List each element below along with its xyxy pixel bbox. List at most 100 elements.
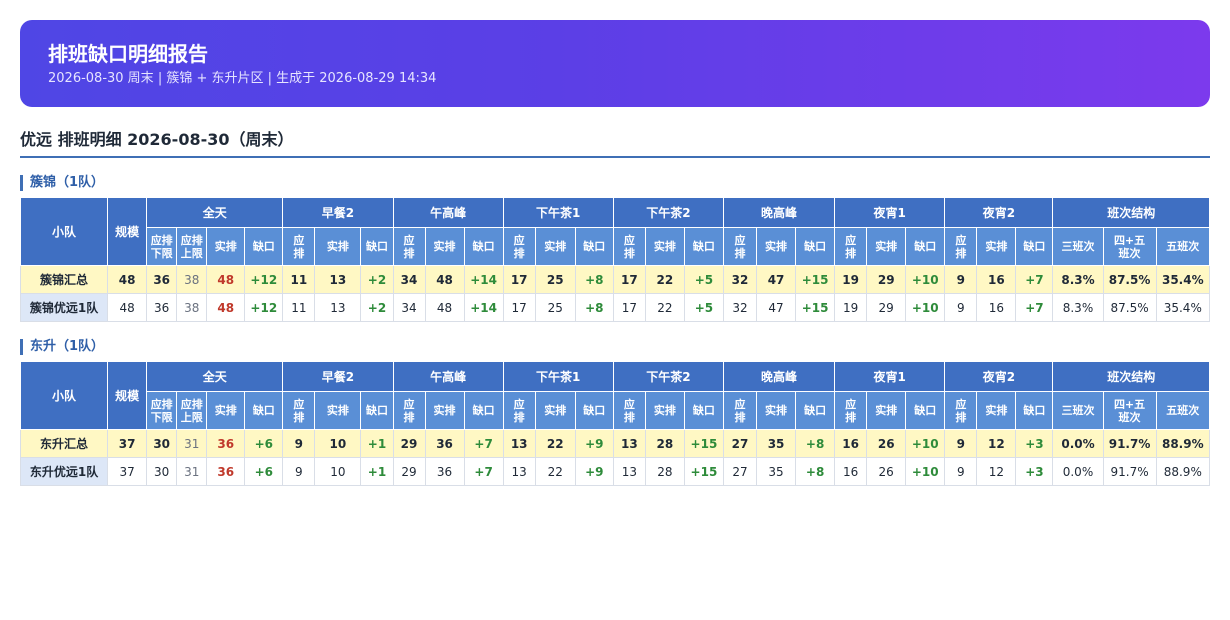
period-actual: 48 bbox=[424, 293, 465, 322]
team-name: 东升汇总 bbox=[19, 429, 109, 458]
period-gap: +10 bbox=[905, 429, 946, 458]
period-required: 32 bbox=[722, 293, 758, 322]
period-gap: +5 bbox=[683, 293, 724, 322]
table-row: 东升优远1队 37 30 31 36 +6 9 10 +1 29 36 +7 13 22 +9 13 28 +15… bbox=[19, 457, 1211, 486]
header-sub: 实排 bbox=[866, 391, 907, 430]
period-required: 13 bbox=[612, 429, 646, 458]
header-sub: 三班次 bbox=[1052, 391, 1104, 430]
allday-upper: 38 bbox=[176, 293, 208, 322]
header-sub: 缺口 bbox=[244, 227, 284, 266]
allday-lower: 30 bbox=[146, 457, 178, 486]
schedule-table: 小队 规模 全天 早餐2 午高峰 下午茶1 下午茶2 晚高峰 夜宵1 夜宵2 班次结构 应排 下限 应排上… bbox=[19, 197, 1211, 322]
report-banner: 排班缺口明细报告 2026-08-30 周末 | 簇锦 + 东升片区 | 生成于… bbox=[20, 20, 1210, 107]
header-sub: 应排 bbox=[502, 391, 536, 430]
period-required: 9 bbox=[944, 265, 978, 294]
header-sub: 实排 bbox=[976, 391, 1017, 430]
header-sub: 应排 bbox=[722, 391, 758, 430]
period-gap: +9 bbox=[574, 429, 614, 458]
period-required: 9 bbox=[282, 429, 316, 458]
header-sub: 四+五 班次 bbox=[1102, 391, 1157, 430]
period-actual: 12 bbox=[976, 429, 1017, 458]
header-sub: 应排 上限 bbox=[176, 227, 208, 266]
summary-row: 东升汇总 37 30 31 36 +6 9 10 +1 29 36 +7 13 22 +9 13 28 +15 27… bbox=[19, 429, 1211, 458]
period-required: 32 bbox=[722, 265, 758, 294]
period-actual: 22 bbox=[644, 293, 685, 322]
section-title: 优远 排班明细 2026-08-30（周末） bbox=[20, 129, 1210, 158]
header-group: 午高峰 bbox=[392, 361, 504, 392]
period-actual: 29 bbox=[866, 265, 907, 294]
struct-value: 87.5% bbox=[1102, 293, 1157, 322]
header-sub: 缺口 bbox=[1015, 227, 1054, 266]
group-list: 簇锦（1队） 小队 规模 全天 早餐2 午高峰 下午茶1 下午茶2 晚高峰 夜宵1 夜宵2 班次结构应… bbox=[19, 175, 1211, 486]
period-required: 17 bbox=[612, 265, 646, 294]
header-group: 晚高峰 bbox=[722, 197, 836, 228]
allday-lower: 36 bbox=[146, 265, 178, 294]
header-sub: 五班次 bbox=[1155, 227, 1211, 266]
header-sub: 缺口 bbox=[463, 227, 504, 266]
struct-value: 91.7% bbox=[1102, 429, 1157, 458]
header-sub: 缺口 bbox=[683, 227, 724, 266]
header-sub: 应排 bbox=[834, 227, 868, 266]
allday-upper: 31 bbox=[176, 457, 208, 486]
header-sub: 实排 bbox=[644, 391, 685, 430]
period-gap: +15 bbox=[683, 429, 724, 458]
period-gap: +9 bbox=[574, 457, 614, 486]
table-row: 簇锦优远1队 48 36 38 48 +12 11 13 +2 34 48 +14 17 25 +8 17 22… bbox=[19, 293, 1211, 322]
header-group: 夜宵2 bbox=[944, 361, 1054, 392]
period-actual: 26 bbox=[866, 429, 907, 458]
struct-value: 8.3% bbox=[1052, 265, 1104, 294]
header-sub: 实排 bbox=[424, 391, 465, 430]
header-sub: 缺口 bbox=[1015, 391, 1054, 430]
period-required: 16 bbox=[834, 457, 868, 486]
header-group: 早餐2 bbox=[282, 361, 394, 392]
period-actual: 48 bbox=[424, 265, 465, 294]
period-required: 17 bbox=[502, 265, 536, 294]
header-group: 下午茶1 bbox=[502, 361, 614, 392]
period-gap: +10 bbox=[905, 293, 946, 322]
period-gap: +1 bbox=[360, 457, 394, 486]
header-sub: 缺口 bbox=[683, 391, 724, 430]
header-sub: 应排 bbox=[722, 227, 758, 266]
header-sub: 实排 bbox=[314, 227, 362, 266]
header-sub: 应排 bbox=[502, 227, 536, 266]
period-gap: +10 bbox=[905, 265, 946, 294]
period-actual: 13 bbox=[314, 265, 362, 294]
header-group: 下午茶2 bbox=[612, 361, 724, 392]
header-scale: 规模 bbox=[107, 361, 148, 430]
period-required: 13 bbox=[502, 457, 536, 486]
header-team: 小队 bbox=[19, 361, 109, 430]
header-team: 小队 bbox=[19, 197, 109, 266]
period-required: 27 bbox=[722, 429, 758, 458]
allday-gap: +6 bbox=[244, 429, 284, 458]
struct-value: 0.0% bbox=[1052, 429, 1104, 458]
allday-actual: 36 bbox=[206, 429, 246, 458]
header-sub: 缺口 bbox=[360, 227, 394, 266]
period-gap: +3 bbox=[1015, 429, 1054, 458]
header-scale: 规模 bbox=[107, 197, 148, 266]
summary-row: 簇锦汇总 48 36 38 48 +12 11 13 +2 34 48 +14 17 25 +8 17 22 +5… bbox=[19, 265, 1211, 294]
period-gap: +2 bbox=[360, 293, 394, 322]
struct-value: 88.9% bbox=[1155, 429, 1211, 458]
period-actual: 47 bbox=[756, 293, 797, 322]
header-group: 班次结构 bbox=[1052, 361, 1210, 392]
allday-actual: 36 bbox=[206, 457, 246, 486]
header-sub: 三班次 bbox=[1052, 227, 1104, 266]
allday-lower: 36 bbox=[146, 293, 178, 322]
header-sub: 应排 bbox=[392, 391, 426, 430]
period-actual: 28 bbox=[644, 457, 685, 486]
period-gap: +14 bbox=[463, 293, 504, 322]
period-required: 13 bbox=[502, 429, 536, 458]
period-gap: +7 bbox=[1015, 293, 1054, 322]
period-actual: 16 bbox=[976, 293, 1017, 322]
header-sub: 实排 bbox=[866, 227, 907, 266]
header-sub: 缺口 bbox=[574, 391, 614, 430]
header-sub: 实排 bbox=[976, 227, 1017, 266]
period-gap: +1 bbox=[360, 429, 394, 458]
period-required: 9 bbox=[944, 457, 978, 486]
period-actual: 36 bbox=[424, 457, 465, 486]
period-gap: +8 bbox=[795, 457, 836, 486]
period-required: 11 bbox=[282, 265, 316, 294]
period-gap: +15 bbox=[795, 265, 836, 294]
period-actual: 13 bbox=[314, 293, 362, 322]
header-sub: 缺口 bbox=[905, 227, 946, 266]
